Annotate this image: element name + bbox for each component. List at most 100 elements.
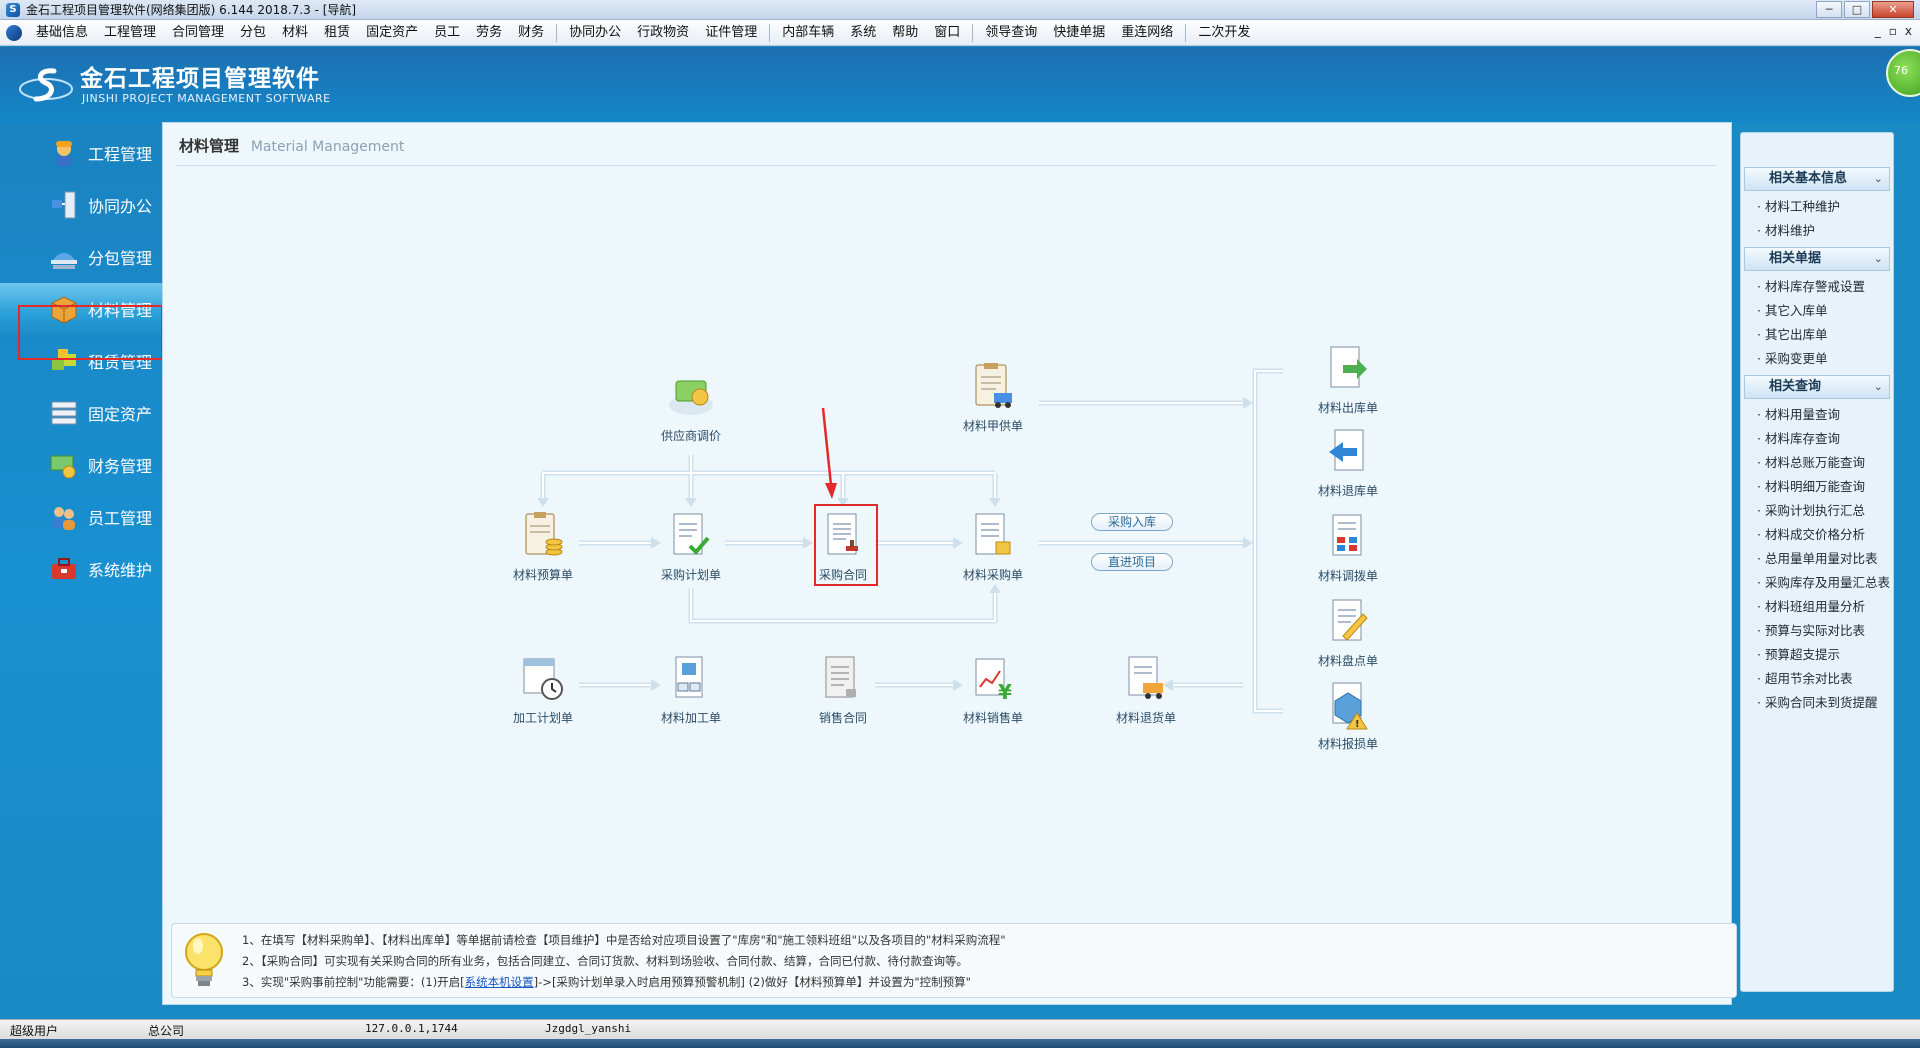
nav-item-project[interactable]: 工程管理: [0, 127, 162, 179]
nav-item-subcontract[interactable]: 分包管理: [0, 231, 162, 283]
link-item[interactable]: · 采购计划执行汇总: [1741, 499, 1893, 523]
menu-item[interactable]: 二次开发: [1190, 22, 1258, 44]
menu-item[interactable]: 协同办公: [561, 22, 629, 44]
node-supplier-quote[interactable]: 供应商调价: [636, 371, 746, 444]
link-item[interactable]: · 总用量单用量对比表: [1741, 547, 1893, 571]
window-title: 金石工程项目管理软件(网络集团版) 6.144 2018.7.3 - [导航]: [26, 3, 357, 17]
node-purchase-plan[interactable]: 采购计划单: [636, 510, 746, 583]
node-damage[interactable]: ! 材料报损单: [1293, 679, 1403, 752]
link-item[interactable]: · 材料班组用量分析: [1741, 595, 1893, 619]
menu-item[interactable]: 员工: [426, 22, 468, 44]
menu-item[interactable]: 窗口: [926, 22, 968, 44]
menu-separator: [769, 23, 771, 42]
menu-item[interactable]: 快捷单据: [1045, 22, 1113, 44]
purchase-inbound-pill[interactable]: 采购入库: [1091, 513, 1173, 531]
node-label: 加工计划单: [512, 711, 573, 725]
status-database: Jzgdgl_yanshi: [545, 1022, 632, 1035]
node-process-plan[interactable]: 加工计划单: [488, 653, 598, 726]
section-header-basic-info[interactable]: 相关基本信息 ⌄: [1744, 167, 1890, 191]
node-label: 供应商调价: [660, 429, 721, 443]
link-item[interactable]: · 超用节余对比表: [1741, 667, 1893, 691]
menu-item[interactable]: 财务: [510, 22, 552, 44]
close-button[interactable]: ✕: [1872, 1, 1914, 18]
sales-contract-icon: [825, 656, 856, 698]
link-item[interactable]: · 材料工种维护: [1741, 195, 1893, 219]
menu-item[interactable]: 材料: [274, 22, 316, 44]
menu-item[interactable]: 合同管理: [164, 22, 232, 44]
link-item[interactable]: · 材料库存警戒设置: [1741, 275, 1893, 299]
menu-item[interactable]: 系统: [842, 22, 884, 44]
section-header-queries[interactable]: 相关查询 ⌄: [1744, 375, 1890, 399]
calendar-clock-icon: [523, 658, 563, 700]
link-item[interactable]: · 材料维护: [1741, 219, 1893, 243]
link-item[interactable]: · 其它出库单: [1741, 323, 1893, 347]
mdi-minimize-button[interactable]: _: [1875, 24, 1881, 38]
chevron-down-icon: ⌄: [1873, 252, 1883, 265]
node-sales-contract[interactable]: 销售合同: [788, 653, 898, 726]
menu-item[interactable]: 重连网络: [1113, 22, 1181, 44]
link-item[interactable]: · 材料总账万能查询: [1741, 451, 1893, 475]
node-transfer[interactable]: 材料调拨单: [1293, 511, 1403, 584]
link-item[interactable]: · 预算超支提示: [1741, 643, 1893, 667]
node-purchase-contract[interactable]: 采购合同: [788, 504, 898, 586]
menu-item[interactable]: 领导查询: [977, 22, 1045, 44]
link-item[interactable]: · 材料库存查询: [1741, 427, 1893, 451]
notification-badge[interactable]: 76: [1886, 49, 1920, 97]
node-stock-return[interactable]: 材料退库单: [1293, 426, 1403, 499]
nav-label: 协同办公: [88, 197, 153, 216]
link-item[interactable]: · 预算与实际对比表: [1741, 619, 1893, 643]
flow-connectors: [537, 368, 1283, 714]
node-stock-out[interactable]: 材料出库单: [1293, 343, 1403, 416]
node-return-goods[interactable]: 材料退货单: [1091, 653, 1201, 726]
minimize-button[interactable]: ─: [1816, 1, 1842, 18]
node-label: 销售合同: [818, 711, 867, 725]
network-icon: [48, 189, 80, 221]
tip-line-3: 3、实现"采购事前控制"功能需要：(1)开启[系统本机设置]->[采购计划单录入…: [242, 974, 971, 990]
app-logo-icon: S: [6, 2, 20, 17]
node-label: 材料销售单: [962, 711, 1023, 725]
nav-item-office[interactable]: 协同办公: [0, 179, 162, 231]
system-settings-link[interactable]: 系统本机设置: [465, 975, 534, 989]
contract-stamp-icon: [827, 513, 858, 555]
link-item[interactable]: · 采购库存及用量汇总表: [1741, 571, 1893, 595]
nav-item-finance[interactable]: 财务管理: [0, 439, 162, 491]
menu-item[interactable]: 劳务: [468, 22, 510, 44]
mdi-controls: _ ▫ x: [1875, 24, 1912, 38]
node-process-order[interactable]: 材料加工单: [636, 653, 746, 726]
direct-project-pill[interactable]: 直进项目: [1091, 553, 1173, 571]
link-item[interactable]: · 其它入库单: [1741, 299, 1893, 323]
menu-item[interactable]: 工程管理: [96, 22, 164, 44]
menu-item[interactable]: 分包: [232, 22, 274, 44]
node-purchase-order[interactable]: 材料采购单: [938, 510, 1048, 583]
link-item[interactable]: · 材料用量查询: [1741, 403, 1893, 427]
menu-item[interactable]: 帮助: [884, 22, 926, 44]
node-sales-order[interactable]: ¥ 材料销售单: [938, 653, 1048, 726]
node-label: 材料预算单: [512, 568, 573, 582]
mdi-restore-button[interactable]: ▫: [1889, 24, 1897, 38]
menu-item[interactable]: 行政物资: [629, 22, 697, 44]
node-owner-supply[interactable]: 材料甲供单: [938, 361, 1048, 434]
link-item[interactable]: · 采购变更单: [1741, 347, 1893, 371]
mdi-close-button[interactable]: x: [1905, 24, 1912, 38]
node-inventory[interactable]: 材料盘点单: [1293, 596, 1403, 669]
stock-return-icon: [1329, 429, 1364, 471]
menu-item[interactable]: 固定资产: [358, 22, 426, 44]
main-panel: 材料管理 Material Management 采购入库 直进项目 供应商调价…: [162, 122, 1737, 1005]
maximize-button[interactable]: □: [1844, 1, 1870, 18]
nav-item-assets[interactable]: 固定资产: [0, 387, 162, 439]
purchase-order-icon: [975, 513, 1011, 555]
server-icon: [48, 397, 80, 429]
menu-item[interactable]: 租赁: [316, 22, 358, 44]
link-item[interactable]: · 材料成交价格分析: [1741, 523, 1893, 547]
menu-item[interactable]: 基础信息: [28, 22, 96, 44]
menu-item[interactable]: 内部车辆: [774, 22, 842, 44]
status-company: 总公司: [148, 1024, 185, 1038]
section-header-documents[interactable]: 相关单据 ⌄: [1744, 247, 1890, 271]
nav-item-staff[interactable]: 员工管理: [0, 491, 162, 543]
link-item[interactable]: · 采购合同未到货提醒: [1741, 691, 1893, 715]
node-budget[interactable]: 材料预算单: [488, 510, 598, 583]
menu-item[interactable]: 证件管理: [697, 22, 765, 44]
nav-item-system[interactable]: 系统维护: [0, 543, 162, 595]
link-item[interactable]: · 材料明细万能查询: [1741, 475, 1893, 499]
node-label: 材料出库单: [1317, 401, 1378, 415]
